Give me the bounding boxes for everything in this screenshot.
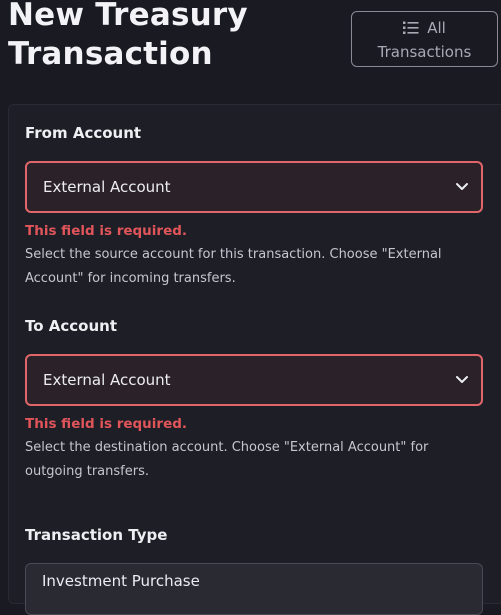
all-transactions-label-line1: All (427, 19, 446, 37)
to-account-selected-value: External Account (43, 371, 171, 389)
to-account-select[interactable]: External Account (25, 354, 483, 406)
page-title: New Treasury Transaction (8, 0, 248, 72)
all-transactions-label-line2: Transactions (377, 43, 472, 61)
list-icon (403, 21, 419, 35)
to-account-error: This field is required. (25, 416, 188, 432)
all-transactions-button[interactable]: All Transactions (351, 11, 498, 67)
from-account-selected-value: External Account (43, 178, 171, 196)
transaction-type-select[interactable]: Investment Purchase (25, 563, 483, 615)
chevron-down-icon (455, 182, 469, 192)
to-account-label: To Account (25, 317, 117, 335)
from-account-help: Select the source account for this trans… (25, 247, 442, 286)
transaction-type-label: Transaction Type (25, 526, 168, 544)
chevron-down-icon (455, 375, 469, 385)
from-account-label: From Account (25, 124, 142, 142)
from-account-error: This field is required. (25, 223, 188, 239)
from-account-select[interactable]: External Account (25, 161, 483, 213)
to-account-help: Select the destination account. Choose "… (25, 440, 429, 479)
transaction-type-selected-value: Investment Purchase (42, 572, 200, 590)
